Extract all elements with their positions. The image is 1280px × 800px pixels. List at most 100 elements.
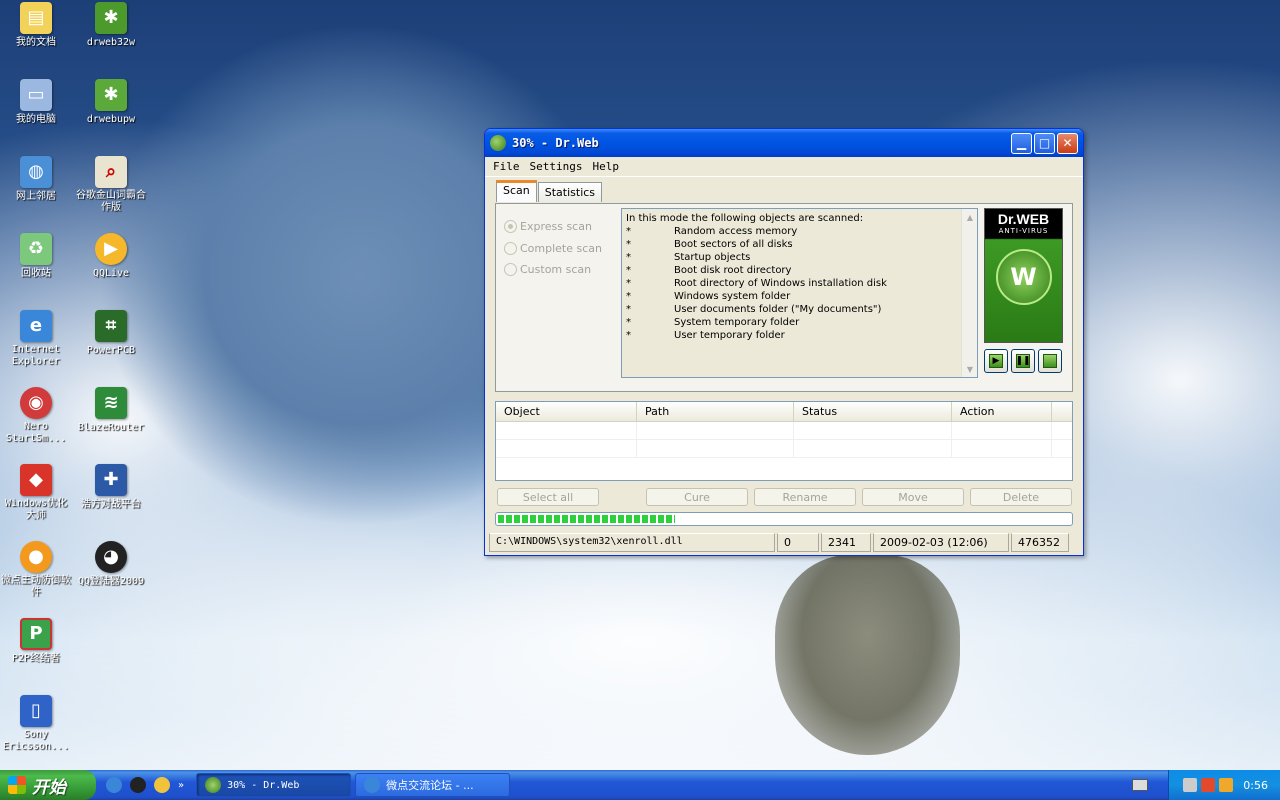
minimize-icon: ▁ [1016, 136, 1027, 150]
drweb-app-icon[interactable] [490, 135, 506, 151]
scan-panel: Express scan Complete scan Custom scan I… [495, 203, 1073, 392]
desktop-icon-qq[interactable]: ◕ QQ登陆器2009 [75, 541, 147, 588]
desktop-icon-label: 谷歌金山词霸合作版 [76, 190, 146, 213]
column-path[interactable]: Path [637, 402, 794, 421]
status-datetime: 2009-02-03 (12:06) [873, 533, 1009, 552]
desktop-icon-drweb32w[interactable]: ✱ drweb32w [75, 2, 147, 49]
description-item: * User temporary folder [626, 330, 785, 341]
speaker-icon[interactable] [1183, 778, 1198, 792]
desktop-icon-blazerouter[interactable]: ≋ BlazeRouter [75, 387, 147, 434]
desktop-icon-windows-optimizer[interactable]: ◆ Windows优化大师 [0, 464, 72, 522]
stop-scan-button[interactable] [1038, 349, 1062, 373]
menu-help[interactable]: Help [592, 160, 619, 173]
drweb-spider-icon: ✱ [95, 2, 127, 34]
desktop-icon-label: Sony Ericsson... [2, 729, 70, 752]
desktop-icon-network[interactable]: ◍ 网上邻居 [0, 156, 72, 203]
desktop-icon-label: 微点主动防御软件 [1, 575, 71, 598]
status-object-count: 476352 [1011, 533, 1069, 552]
drweb-logo: Dr.WEB ANTI-VIRUS W [984, 208, 1063, 343]
internet-explorer-icon[interactable] [106, 777, 122, 793]
quick-launch-chevron-icon[interactable]: » [178, 780, 184, 791]
radio-dot [504, 263, 517, 276]
desktop-icon-recycle-bin[interactable]: ♻ 回收站 [0, 233, 72, 280]
column-action[interactable]: Action [952, 402, 1052, 421]
close-button[interactable]: ✕ [1057, 132, 1078, 154]
radio-custom-scan[interactable]: Custom scan [504, 263, 591, 276]
scan-progress-bar [495, 512, 1073, 526]
table-row [496, 440, 1072, 458]
desktop-icon-kingsoft-dictionary[interactable]: ⌕ 谷歌金山词霸合作版 [75, 156, 147, 214]
network-icon: ◍ [20, 156, 52, 188]
network-tray-icon[interactable] [1219, 778, 1234, 792]
desktop-icon-powerpcb[interactable]: ⌗ PowerPCB [75, 310, 147, 357]
keyboard-icon[interactable] [1132, 779, 1148, 791]
optimizer-icon: ◆ [20, 464, 52, 496]
task-forum[interactable]: 微点交流论坛 - ... [355, 773, 511, 797]
start-scan-button[interactable]: ▶ [984, 349, 1008, 373]
close-icon: ✕ [1062, 136, 1073, 150]
play-icon: ▶ [989, 354, 1003, 368]
desktop-icon-sony-ericsson[interactable]: ▯ Sony Ericsson... [0, 695, 72, 753]
task-label: 微点交流论坛 - ... [386, 779, 474, 792]
tab-statistics[interactable]: Statistics [537, 182, 603, 202]
smiley-icon[interactable] [154, 777, 170, 793]
maximize-button[interactable]: □ [1034, 132, 1055, 154]
radio-express-scan[interactable]: Express scan [504, 220, 592, 233]
desktop-icon-qqlive[interactable]: ▶ QQLive [75, 233, 147, 280]
clock[interactable]: 0:56 [1243, 779, 1268, 792]
p2p-icon: P [20, 618, 52, 650]
tab-scan[interactable]: Scan [496, 180, 537, 202]
delete-button[interactable]: Delete [970, 488, 1072, 506]
desktop-icon-nero[interactable]: ◉ Nero StartSm... [0, 387, 72, 445]
column-status[interactable]: Status [794, 402, 952, 421]
scroll-down-icon[interactable]: ▼ [962, 361, 977, 377]
desktop-icon-drwebupw[interactable]: ✱ drwebupw [75, 79, 147, 126]
cure-button[interactable]: Cure [646, 488, 748, 506]
taskbar: 开始 » 30% - Dr.Web 微点交流论坛 - ... 0:56 [0, 770, 1280, 800]
pcb-icon: ⌗ [95, 310, 127, 342]
desktop-icon-haofang[interactable]: ✚ 浩方对战平台 [75, 464, 147, 511]
task-drweb[interactable]: 30% - Dr.Web [196, 773, 352, 797]
nero-icon: ◉ [20, 387, 52, 419]
desktop-icon-label: Nero StartSm... [5, 421, 67, 444]
scroll-up-icon[interactable]: ▲ [962, 209, 977, 225]
menu-file[interactable]: File [493, 160, 520, 173]
scan-description-text: In this mode the following objects are s… [622, 209, 977, 345]
task-label: 30% - Dr.Web [227, 779, 300, 791]
qq-penguin-icon[interactable] [130, 777, 146, 793]
pause-scan-button[interactable]: ❚❚ [1011, 349, 1035, 373]
progress-fill [498, 515, 676, 523]
description-item: * Boot sectors of all disks [626, 239, 793, 250]
select-all-button[interactable]: Select all [497, 488, 599, 506]
desktop-icon-label: PowerPCB [86, 345, 136, 356]
desktop-icon-p2p-terminator[interactable]: P P2P终结者 [0, 618, 72, 665]
description-item: * System temporary folder [626, 317, 800, 328]
tab-strip: Scan Statistics [496, 180, 603, 202]
internet-explorer-icon: e [20, 310, 52, 342]
scan-description-box[interactable]: In this mode the following objects are s… [621, 208, 978, 378]
radio-complete-scan[interactable]: Complete scan [504, 242, 602, 255]
description-scrollbar[interactable]: ▲ ▼ [961, 209, 977, 377]
description-item: * Boot disk root directory [626, 265, 792, 276]
desktop-icon-label: drweb32w [86, 37, 136, 48]
desktop-icon-micropoint[interactable]: ● 微点主动防御软件 [0, 541, 72, 599]
column-object[interactable]: Object [496, 402, 637, 421]
antivirus-tray-icon[interactable] [1201, 778, 1216, 792]
qq-penguin-icon: ◕ [95, 541, 127, 573]
results-table[interactable]: Object Path Status Action [495, 401, 1073, 481]
windows-flag-icon [8, 776, 26, 794]
window-titlebar[interactable]: 30% - Dr.Web ▁ □ ✕ [485, 129, 1083, 157]
start-button[interactable]: 开始 [0, 770, 96, 800]
desktop-icon-my-documents[interactable]: ▤ 我的文档 [0, 2, 72, 49]
desktop-icon-label: 我的电脑 [16, 114, 56, 125]
rename-button[interactable]: Rename [754, 488, 856, 506]
move-button[interactable]: Move [862, 488, 964, 506]
menu-settings[interactable]: Settings [530, 160, 583, 173]
desktop-icon-label: QQ登陆器2009 [77, 576, 145, 587]
folder-icon: ▤ [20, 2, 52, 34]
minimize-button[interactable]: ▁ [1011, 132, 1032, 154]
desktop-icon-my-computer[interactable]: ▭ 我的电脑 [0, 79, 72, 126]
desktop-icon-internet-explorer[interactable]: e Internet Explorer [0, 310, 72, 368]
phone-icon: ▯ [20, 695, 52, 727]
computer-icon: ▭ [20, 79, 52, 111]
